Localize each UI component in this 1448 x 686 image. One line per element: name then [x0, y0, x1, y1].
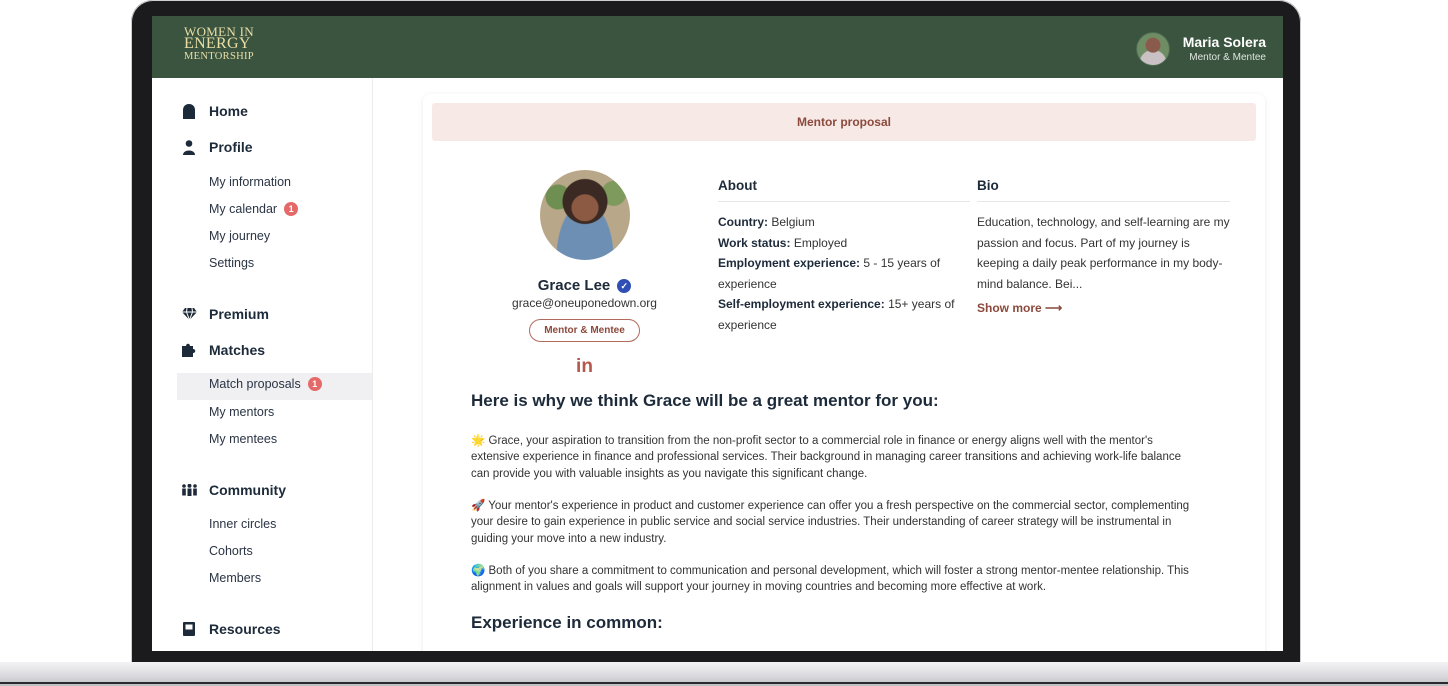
mentor-name-row: Grace Lee ✓ — [493, 277, 676, 294]
sidebar-item-home[interactable]: Home — [179, 103, 248, 119]
country-label: Country: — [718, 215, 768, 229]
linkedin-icon[interactable]: in — [493, 356, 676, 378]
app-screen: WOMEN IN ENERGY MENTORSHIP Maria Solera … — [152, 16, 1283, 651]
user-avatar[interactable] — [1135, 32, 1170, 66]
reason-paragraph: 🌍 Both of you share a commitment to comm… — [471, 565, 1189, 594]
work-status-label: Work status: — [718, 235, 791, 250]
sidebar-item-label: Home — [209, 103, 248, 119]
bio-section: Bio Education, technology, and self-lear… — [977, 178, 1230, 315]
about-info: Country: Belgium Work status: Employed E… — [718, 212, 970, 336]
mentor-name: Grace Lee — [537, 277, 611, 294]
sidebar-item-label: Resources — [209, 621, 281, 637]
bio-text: Education, technology, and self-learning… — [977, 215, 1230, 291]
proposal-banner: Mentor proposal — [432, 103, 1256, 141]
logo-line-3: MENTORSHIP — [184, 51, 254, 62]
sidebar-item-settings[interactable]: Settings — [209, 256, 254, 270]
country-row: Country: Belgium — [718, 212, 970, 233]
sidebar-item-label: Matches — [209, 342, 266, 358]
sidebar-item-profile[interactable]: Profile — [179, 139, 253, 155]
sidebar-item-label: Community — [209, 482, 286, 498]
proposals-count-badge: 1 — [307, 377, 322, 391]
why-match-title: Here is why we think Grace will be a gre… — [471, 391, 939, 410]
role-tag: Mentor & Mentee — [529, 319, 640, 342]
sidebar-sub-label: My journey — [209, 229, 271, 243]
sidebar-item-match-proposals[interactable]: Match proposals 1 — [209, 377, 322, 391]
about-title: About — [718, 178, 970, 202]
people-group-icon — [179, 484, 199, 496]
self-employment-label: Self-employment experience: — [718, 297, 885, 312]
sidebar: Home Profile My information My calendar 1… — [152, 78, 373, 651]
sidebar-sub-label: Members — [209, 571, 262, 585]
about-section: About Country: Belgium Work status: Empl… — [718, 178, 970, 336]
user-icon — [179, 139, 199, 155]
work-status-value: Employed — [793, 235, 848, 250]
sidebar-item-my-mentors[interactable]: My mentors — [209, 405, 274, 419]
sidebar-item-inner-circles[interactable]: Inner circles — [209, 517, 276, 531]
laptop-base — [0, 662, 1448, 686]
mentor-profile: Grace Lee ✓ grace@oneuponedown.org Mento… — [493, 170, 676, 378]
sidebar-item-resources[interactable]: Resources — [179, 621, 281, 637]
user-name: Maria Solera — [1182, 34, 1266, 50]
sidebar-sub-label: My mentees — [209, 432, 278, 446]
user-menu[interactable]: Maria Solera Mentor & Mentee — [1135, 32, 1266, 66]
sidebar-item-cohorts[interactable]: Cohorts — [209, 544, 253, 558]
main-content: Mentor proposal Grace Lee ✓ grace@oneupo… — [373, 78, 1283, 651]
sidebar-sub-label: My calendar — [209, 202, 278, 216]
sidebar-item-community[interactable]: Community — [179, 482, 286, 498]
sidebar-item-my-information[interactable]: My information — [209, 175, 291, 189]
sidebar-item-label: Premium — [209, 306, 269, 322]
user-role: Mentor & Mentee — [1189, 52, 1266, 63]
sidebar-sub-label: Inner circles — [209, 517, 277, 531]
sidebar-sub-label: My information — [209, 175, 291, 189]
show-more-link[interactable]: Show more ⟶ — [977, 301, 1230, 315]
sidebar-item-label: Profile — [209, 139, 253, 155]
diamond-icon — [179, 308, 199, 320]
reason-paragraph: 🚀 Your mentor's experience in product an… — [471, 500, 1190, 545]
logo-line-2: ENERGY — [184, 35, 251, 52]
banner-title: Mentor proposal — [796, 115, 891, 129]
country-value: Belgium — [771, 215, 815, 229]
brand-logo[interactable]: WOMEN IN ENERGY MENTORSHIP — [184, 25, 304, 62]
mentor-email: grace@oneuponedown.org — [512, 296, 657, 310]
top-header: WOMEN IN ENERGY MENTORSHIP Maria Solera … — [152, 16, 1283, 78]
sidebar-sub-label: My mentors — [209, 405, 275, 419]
employment-row: Employment experience: 5 - 15 years of e… — [718, 253, 970, 294]
verified-check-icon: ✓ — [617, 278, 632, 293]
proposal-card: Mentor proposal Grace Lee ✓ grace@oneupo… — [423, 94, 1265, 651]
sidebar-item-members[interactable]: Members — [209, 571, 261, 585]
self-employment-row: Self-employment experience: 15+ years of… — [718, 294, 970, 335]
work-status-row: Work status: Employed — [718, 233, 970, 254]
bio-title: Bio — [977, 178, 1230, 202]
sidebar-item-my-journey[interactable]: My journey — [209, 229, 270, 243]
user-info: Maria Solera Mentor & Mentee — [1183, 34, 1266, 64]
book-icon — [179, 622, 199, 636]
sidebar-sub-label: Match proposals — [209, 377, 301, 391]
employment-label: Employment experience: — [718, 256, 861, 271]
mentor-photo — [539, 170, 630, 260]
sidebar-sub-label: Settings — [209, 256, 255, 270]
sidebar-item-premium[interactable]: Premium — [179, 306, 269, 322]
sidebar-sub-label: Cohorts — [209, 544, 253, 558]
puzzle-icon — [179, 343, 199, 357]
sidebar-item-matches[interactable]: Matches — [179, 342, 265, 358]
sidebar-item-my-mentees[interactable]: My mentees — [209, 432, 277, 446]
experience-in-common-title: Experience in common: — [471, 613, 663, 632]
home-icon — [179, 103, 199, 119]
calendar-count-badge: 1 — [284, 202, 299, 216]
sidebar-item-my-calendar[interactable]: My calendar 1 — [209, 202, 299, 216]
reason-paragraph: 🌟 Grace, your aspiration to transition f… — [471, 435, 1181, 480]
